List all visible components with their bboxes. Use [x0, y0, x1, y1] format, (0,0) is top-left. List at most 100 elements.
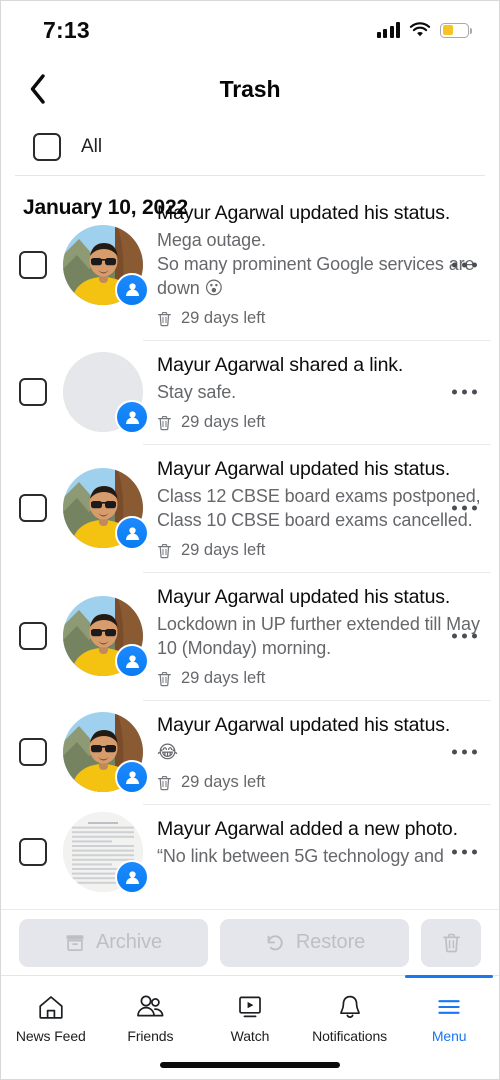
- row-expiry: 29 days left: [157, 541, 491, 560]
- row-title: Mayur Agarwal shared a link.: [157, 354, 404, 376]
- row-snippet: Stay safe.: [157, 382, 237, 402]
- row-snippet: 😂: [157, 742, 178, 762]
- more-options-icon[interactable]: [448, 380, 481, 405]
- row-title: Mayur Agarwal updated his status.: [157, 586, 451, 608]
- tab-label: Notifications: [312, 1028, 388, 1044]
- tab-label: Friends: [127, 1028, 174, 1044]
- more-options-icon[interactable]: [448, 496, 481, 521]
- bulk-action-bar: Archive Restore: [1, 909, 499, 975]
- more-options-icon[interactable]: [448, 840, 481, 865]
- tab-friends[interactable]: Friends: [101, 976, 201, 1054]
- profile-update-icon: [115, 860, 149, 894]
- tab-menu[interactable]: Menu: [399, 975, 499, 1054]
- row-checkbox-wrap: [19, 250, 47, 279]
- select-all-checkbox[interactable]: [33, 133, 61, 161]
- table-row[interactable]: Mayur Agarwal updated his status. Class 1…: [1, 444, 499, 572]
- avatar[interactable]: [63, 352, 149, 434]
- profile-update-icon: [115, 644, 149, 678]
- tab-watch[interactable]: Watch: [200, 976, 300, 1054]
- avatar[interactable]: [63, 712, 149, 794]
- avatar[interactable]: [63, 596, 149, 678]
- trash-icon: [442, 933, 460, 952]
- battery-low-power-icon: [440, 22, 473, 38]
- more-options-icon[interactable]: [448, 252, 481, 277]
- row-expiry: 29 days left: [157, 309, 491, 328]
- status-bar-time: 7:13: [43, 16, 90, 43]
- table-row[interactable]: Mayur Agarwal updated his status. Lockdow…: [1, 572, 499, 700]
- row-checkbox[interactable]: [19, 738, 47, 766]
- archive-button-label: Archive: [96, 931, 162, 953]
- row-checkbox[interactable]: [19, 250, 47, 279]
- more-options-icon[interactable]: [448, 624, 481, 649]
- row-expiry-label: 29 days left: [181, 541, 266, 559]
- row-title: Mayur Agarwal updated his status.: [157, 202, 451, 224]
- select-all-row[interactable]: All: [15, 119, 485, 176]
- trash-icon: [158, 311, 171, 326]
- row-expiry: 29 days left: [157, 669, 491, 688]
- tab-label: Watch: [230, 1028, 270, 1044]
- restore-button[interactable]: Restore: [220, 918, 409, 967]
- hamburger-menu-icon: [435, 992, 463, 1022]
- row-expiry: 29 days left: [157, 413, 491, 432]
- trash-icon: [158, 543, 171, 558]
- profile-update-icon: [115, 760, 149, 794]
- row-snippet: Mega outage. So many prominent Google se…: [157, 230, 475, 298]
- trash-icon: [158, 671, 171, 686]
- row-checkbox-wrap: [19, 622, 47, 650]
- row-expiry-label: 29 days left: [181, 413, 266, 431]
- archive-button[interactable]: Archive: [19, 918, 208, 967]
- more-options-icon[interactable]: [448, 740, 481, 765]
- phone-screen: 7:13 Trash All January 10, 2022 Mayur Ag…: [0, 0, 500, 1080]
- row-content: Mayur Agarwal updated his status. Class 1…: [143, 444, 491, 572]
- tab-notifications[interactable]: Notifications: [300, 976, 400, 1054]
- row-checkbox-wrap: [19, 838, 47, 866]
- cellular-bars-icon: [376, 22, 400, 38]
- restore-button-label: Restore: [295, 931, 366, 953]
- row-title: Mayur Agarwal updated his status.: [157, 714, 451, 736]
- active-tab-indicator: [405, 975, 493, 978]
- archive-box-icon: [66, 934, 84, 951]
- row-content: Mayur Agarwal updated his status. Lockdow…: [143, 572, 491, 700]
- trash-icon: [158, 415, 171, 430]
- row-checkbox-wrap: [19, 738, 47, 766]
- avatar[interactable]: [63, 468, 149, 550]
- friends-icon: [135, 992, 165, 1022]
- chevron-left-icon: [30, 74, 45, 104]
- status-bar: 7:13: [1, 1, 499, 59]
- tab-label: News Feed: [15, 1028, 86, 1044]
- row-checkbox-wrap: [19, 494, 47, 522]
- back-button[interactable]: [17, 69, 57, 109]
- row-snippet: Class 12 CBSE board exams postponed, Cla…: [157, 486, 481, 530]
- row-expiry-label: 29 days left: [181, 309, 266, 327]
- table-row[interactable]: Mayur Agarwal updated his status. 😂 29 day…: [1, 700, 499, 804]
- profile-update-icon: [115, 400, 149, 434]
- row-content: Mayur Agarwal updated his status. 😂 29 day…: [143, 700, 491, 804]
- row-checkbox[interactable]: [19, 494, 47, 522]
- watch-video-icon: [236, 992, 264, 1022]
- delete-button[interactable]: [421, 918, 481, 967]
- row-checkbox[interactable]: [19, 622, 47, 650]
- table-row[interactable]: Mayur Agarwal shared a link. Stay safe. 29…: [1, 340, 499, 444]
- home-indicator: [160, 1062, 340, 1068]
- page-title: Trash: [219, 75, 281, 102]
- nav-header: Trash: [1, 59, 499, 119]
- tab-news-feed[interactable]: News Feed: [1, 976, 101, 1054]
- row-content: Mayur Agarwal added a new photo. “No link…: [143, 804, 491, 880]
- row-expiry: 29 days left: [157, 773, 491, 792]
- tab-label: Menu: [431, 1028, 467, 1044]
- table-row[interactable]: Mayur Agarwal added a new photo. “No link…: [1, 804, 499, 900]
- select-all-label: All: [81, 136, 103, 157]
- avatar[interactable]: [63, 224, 149, 307]
- row-checkbox[interactable]: [19, 378, 47, 406]
- table-row[interactable]: Mayur Agarwal updated his status. Mega ou…: [1, 189, 499, 340]
- row-snippet: “No link between 5G technology and: [157, 846, 444, 866]
- avatar[interactable]: [63, 812, 149, 894]
- home-icon: [37, 992, 65, 1022]
- row-checkbox[interactable]: [19, 838, 47, 866]
- profile-update-icon: [115, 272, 149, 307]
- row-title: Mayur Agarwal updated his status.: [157, 458, 451, 480]
- status-bar-indicators: [376, 22, 473, 38]
- profile-update-icon: [115, 516, 149, 550]
- bell-icon: [336, 992, 364, 1022]
- row-expiry-label: 29 days left: [181, 773, 266, 791]
